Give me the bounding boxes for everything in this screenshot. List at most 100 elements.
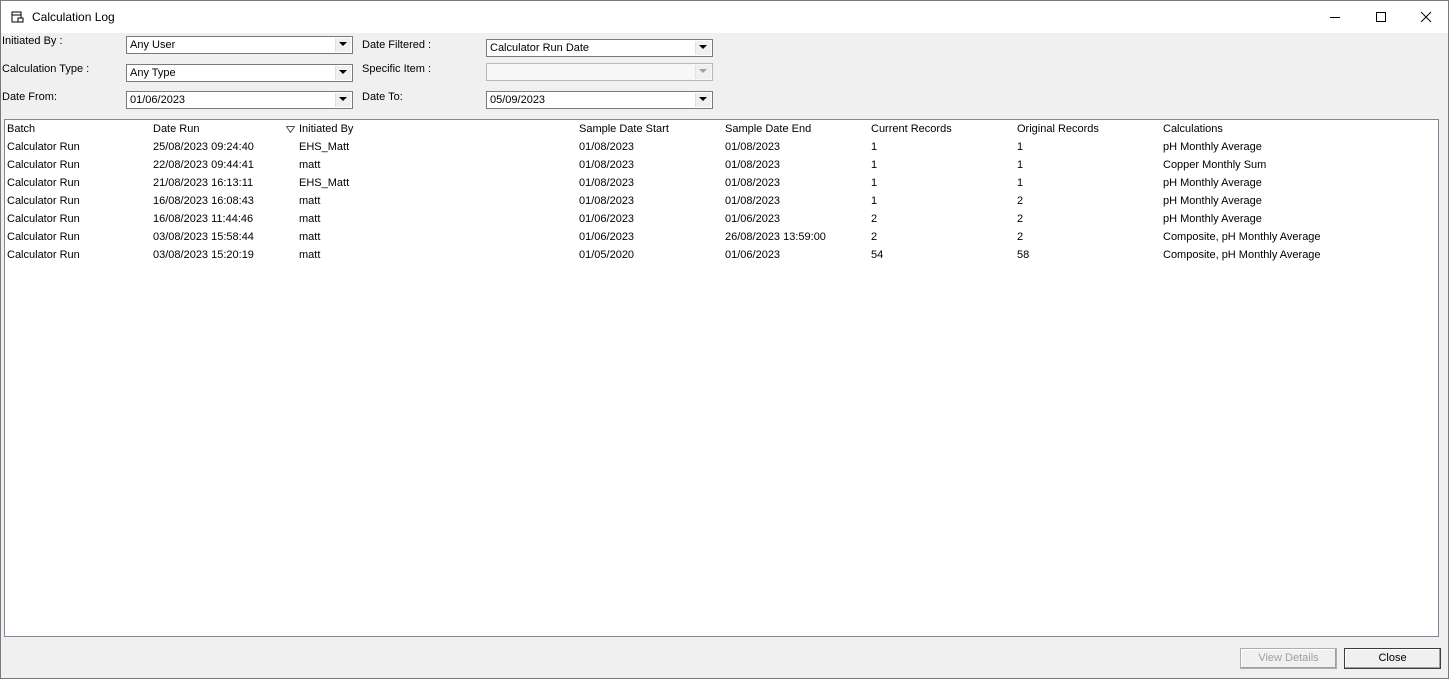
cell-current-records: 1 xyxy=(871,177,878,189)
cell-original-records: 2 xyxy=(1017,195,1024,207)
initiated-by-select[interactable]: Any User xyxy=(126,36,353,54)
calculation-type-value: Any Type xyxy=(130,67,176,79)
cell-original-records: 2 xyxy=(1017,231,1024,243)
column-header-sample-date-start[interactable]: Sample Date Start xyxy=(577,120,723,138)
cell-sample-date-end: 01/08/2023 xyxy=(725,177,781,189)
date-from-value: 01/06/2023 xyxy=(130,94,186,106)
column-header-sample-date-end[interactable]: Sample Date End xyxy=(723,120,869,138)
cell-batch: Calculator Run xyxy=(7,195,80,207)
date-from-picker[interactable]: 01/06/2023 xyxy=(126,91,353,109)
cell-sample-date-start: 01/08/2023 xyxy=(579,177,635,189)
specific-item-select[interactable] xyxy=(486,63,713,81)
cell-current-records: 1 xyxy=(871,159,878,171)
cell-sample-date-end: 26/08/2023 13:59:00 xyxy=(725,231,826,243)
log-window-icon xyxy=(11,11,24,23)
cell-sample-date-end: 01/08/2023 xyxy=(725,141,781,153)
cell-calculations: Composite, pH Monthly Average xyxy=(1163,249,1321,261)
cell-calculations: pH Monthly Average xyxy=(1163,177,1262,189)
date-filtered-select[interactable]: Calculator Run Date xyxy=(486,39,713,57)
table-row[interactable]: Calculator Run 22/08/2023 09:44:41 matt … xyxy=(5,156,1438,174)
cell-calculations: Composite, pH Monthly Average xyxy=(1163,231,1321,243)
cell-batch: Calculator Run xyxy=(7,231,80,243)
chevron-down-icon xyxy=(699,69,707,73)
title-bar[interactable]: Calculation Log xyxy=(1,1,1448,33)
calculation-log-grid[interactable]: Batch Date Run Initiated By Sample Date … xyxy=(4,119,1439,637)
cell-date-run: 03/08/2023 15:20:19 xyxy=(153,249,254,261)
table-row[interactable]: Calculator Run 16/08/2023 16:08:43 matt … xyxy=(5,192,1438,210)
cell-sample-date-start: 01/06/2023 xyxy=(579,231,635,243)
date-from-label: Date From: xyxy=(2,91,58,103)
cell-original-records: 1 xyxy=(1017,141,1024,153)
cell-date-run: 03/08/2023 15:58:44 xyxy=(153,231,254,243)
column-header-current-records[interactable]: Current Records xyxy=(869,120,1015,138)
calculation-type-select[interactable]: Any Type xyxy=(126,64,353,82)
cell-current-records: 1 xyxy=(871,195,878,207)
grid-header: Batch Date Run Initiated By Sample Date … xyxy=(5,120,1438,138)
table-row[interactable]: Calculator Run 25/08/2023 09:24:40 EHS_M… xyxy=(5,138,1438,156)
close-icon xyxy=(1420,11,1432,23)
cell-initiated-by: matt xyxy=(299,249,321,261)
column-header-initiated-by[interactable]: Initiated By xyxy=(297,120,577,138)
maximize-icon xyxy=(1376,12,1386,22)
initiated-by-label: Initiated By : xyxy=(2,35,63,47)
cell-date-run: 16/08/2023 16:08:43 xyxy=(153,195,254,207)
close-button[interactable]: Close xyxy=(1344,648,1441,669)
cell-sample-date-end: 01/06/2023 xyxy=(725,213,781,225)
cell-sample-date-start: 01/08/2023 xyxy=(579,195,635,207)
cell-sample-date-end: 01/08/2023 xyxy=(725,159,781,171)
maximize-button[interactable] xyxy=(1358,1,1404,33)
cell-date-run: 22/08/2023 09:44:41 xyxy=(153,159,254,171)
cell-sample-date-start: 01/08/2023 xyxy=(579,159,635,171)
column-header-batch[interactable]: Batch xyxy=(5,120,151,138)
cell-initiated-by: matt xyxy=(299,159,321,171)
calculation-type-dropdown-button[interactable] xyxy=(335,66,351,80)
column-header-calculations[interactable]: Calculations xyxy=(1161,120,1437,138)
cell-calculations: pH Monthly Average xyxy=(1163,141,1262,153)
chevron-down-icon xyxy=(699,45,707,49)
date-to-picker[interactable]: 05/09/2023 xyxy=(486,91,713,109)
column-header-date-run[interactable]: Date Run xyxy=(151,120,297,138)
cell-date-run: 21/08/2023 16:13:11 xyxy=(153,177,254,189)
date-to-dropdown-button[interactable] xyxy=(695,93,711,107)
cell-sample-date-end: 01/06/2023 xyxy=(725,249,781,261)
cell-initiated-by: matt xyxy=(299,195,321,207)
cell-date-run: 16/08/2023 11:44:46 xyxy=(153,213,254,225)
cell-original-records: 1 xyxy=(1017,177,1024,189)
table-row[interactable]: Calculator Run 21/08/2023 16:13:11 EHS_M… xyxy=(5,174,1438,192)
cell-date-run: 25/08/2023 09:24:40 xyxy=(153,141,254,153)
chevron-down-icon xyxy=(339,70,347,74)
table-row[interactable]: Calculator Run 03/08/2023 15:20:19 matt … xyxy=(5,246,1438,264)
calculation-log-window: Calculation Log Initiated By : Any User … xyxy=(0,0,1449,679)
initiated-by-value: Any User xyxy=(130,39,176,51)
minimize-icon xyxy=(1330,17,1340,18)
cell-batch: Calculator Run xyxy=(7,159,80,171)
sort-descending-icon xyxy=(286,126,295,133)
cell-initiated-by: matt xyxy=(299,213,321,225)
date-filtered-value: Calculator Run Date xyxy=(490,42,590,54)
cell-initiated-by: EHS_Matt xyxy=(299,177,350,189)
chevron-down-icon xyxy=(339,42,347,46)
cell-current-records: 54 xyxy=(871,249,884,261)
minimize-button[interactable] xyxy=(1312,1,1358,33)
cell-calculations: pH Monthly Average xyxy=(1163,195,1262,207)
date-from-dropdown-button[interactable] xyxy=(335,93,351,107)
cell-sample-date-end: 01/08/2023 xyxy=(725,195,781,207)
cell-original-records: 58 xyxy=(1017,249,1030,261)
initiated-by-dropdown-button[interactable] xyxy=(335,38,351,52)
cell-sample-date-start: 01/05/2020 xyxy=(579,249,635,261)
date-filtered-dropdown-button[interactable] xyxy=(695,41,711,55)
cell-current-records: 1 xyxy=(871,141,878,153)
date-to-label: Date To: xyxy=(362,91,403,103)
cell-batch: Calculator Run xyxy=(7,249,80,261)
specific-item-dropdown-button[interactable] xyxy=(695,65,711,79)
view-details-button[interactable]: View Details xyxy=(1240,648,1337,669)
close-window-button[interactable] xyxy=(1403,1,1449,33)
cell-batch: Calculator Run xyxy=(7,213,80,225)
column-header-original-records[interactable]: Original Records xyxy=(1015,120,1161,138)
window-title: Calculation Log xyxy=(32,10,115,24)
cell-batch: Calculator Run xyxy=(7,141,80,153)
cell-calculations: pH Monthly Average xyxy=(1163,213,1262,225)
date-filtered-label: Date Filtered : xyxy=(362,39,432,51)
table-row[interactable]: Calculator Run 16/08/2023 11:44:46 matt … xyxy=(5,210,1438,228)
table-row[interactable]: Calculator Run 03/08/2023 15:58:44 matt … xyxy=(5,228,1438,246)
